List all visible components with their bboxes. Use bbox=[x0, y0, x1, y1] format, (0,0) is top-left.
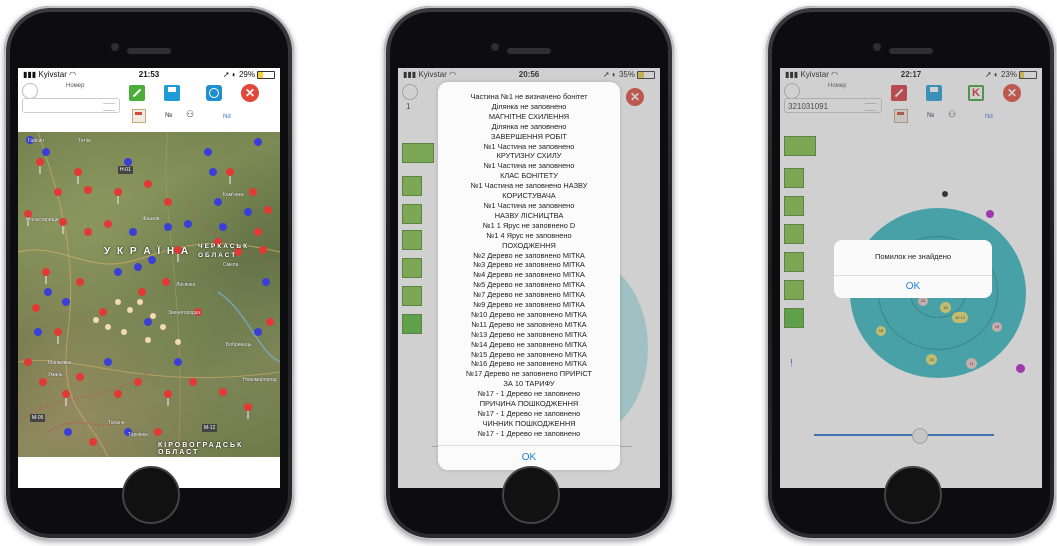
alert-line: №10 Дерево не заповнено МІТКА bbox=[471, 309, 587, 319]
nd-label[interactable]: Nd bbox=[223, 114, 231, 120]
phone-3: ▮▮▮ Kyivstar ◠ 22:17 ➚ ◐ 23% Номер 32103… bbox=[766, 6, 1056, 540]
number-label: Номер bbox=[66, 83, 85, 89]
alert-line: №11 Дерево не заповнено МІТКА bbox=[471, 319, 587, 329]
alert-line: НАЗВУ ЛІСНИЦТВА bbox=[494, 210, 564, 220]
alert-line: №15 Дерево не заповнено МІТКА bbox=[471, 349, 587, 359]
list-icon bbox=[103, 103, 115, 111]
front-camera bbox=[111, 43, 119, 51]
alert-line: №1 Частина не заповнено НАЗВУ bbox=[470, 181, 588, 191]
alert-line: Ділянка не заповнено bbox=[491, 121, 567, 131]
home-button[interactable] bbox=[122, 466, 180, 524]
radio-circle-button[interactable] bbox=[22, 83, 38, 99]
close-button[interactable]: ✕ bbox=[241, 84, 259, 102]
sync-icon[interactable] bbox=[206, 85, 222, 101]
alert-line: №17 Дерево не заповнено ПРИРІСТ bbox=[466, 369, 592, 379]
country-label: У К Р А Ї Н А bbox=[104, 246, 191, 257]
home-button[interactable] bbox=[502, 466, 560, 524]
ok-button[interactable]: OK bbox=[834, 275, 992, 298]
phone-2-screen: ▮▮▮ Kyivstar ◠ 20:56 ➚ ◐ 35% 1 ✕ Частина… bbox=[398, 68, 660, 488]
alert-line: №1 Частина не заповнено bbox=[483, 200, 575, 210]
save-icon[interactable] bbox=[164, 85, 180, 101]
battery-status: ➚ ◐ 29% bbox=[191, 70, 275, 79]
region-south-label: КІРОВОГРАДСЬК ОБЛАСТ bbox=[158, 442, 244, 456]
satellite-map[interactable]: У К Р А Ї Н А ЧЕРКАСЬК ОБЛАСТ КІРОВОГРАД… bbox=[18, 132, 280, 457]
alert-line: №4 Дерево не заповнено МІТКА bbox=[473, 270, 585, 280]
alert-line: №7 Дерево не заповнено МІТКА bbox=[473, 290, 585, 300]
alert-message: Помилок не знайдено bbox=[874, 252, 952, 261]
town-label: Умань bbox=[48, 372, 63, 378]
number-input[interactable] bbox=[22, 98, 120, 113]
road-badge: H-01 bbox=[118, 166, 133, 174]
earpiece bbox=[127, 48, 171, 54]
front-camera bbox=[873, 43, 881, 51]
alert-line: №17 - 1 Дерево не заповнено bbox=[477, 389, 581, 399]
earpiece bbox=[507, 48, 551, 54]
town-label: Гайсин bbox=[28, 138, 45, 144]
alert-line: №16 Дерево не заповнено МІТКА bbox=[471, 359, 587, 369]
alert-message: Частина №1 не визначено бонітет Ділянка … bbox=[438, 82, 620, 452]
alert-line: №1 Частина не заповнено bbox=[483, 141, 575, 151]
phone-3-screen: ▮▮▮ Kyivstar ◠ 22:17 ➚ ◐ 23% Номер 32103… bbox=[780, 68, 1042, 488]
alert-line: №1 4 Ярус не заповнено bbox=[486, 230, 572, 240]
town-label: Монастирище bbox=[26, 217, 59, 223]
alert-line: №5 Дерево не заповнено МІТКА bbox=[473, 280, 585, 290]
town-label: Кам'янка bbox=[223, 192, 244, 198]
alert-line: №14 Дерево не заповнено МІТКА bbox=[471, 339, 587, 349]
alert-line: №3 Дерево не заповнено МІТКА bbox=[473, 260, 585, 270]
alert-line: №1 1 Ярус не заповнено D bbox=[482, 220, 576, 230]
alert-line: №2 Дерево не заповнено МІТКА bbox=[473, 250, 585, 260]
table-icon[interactable] bbox=[132, 109, 146, 123]
phone-2: ▮▮▮ Kyivstar ◠ 20:56 ➚ ◐ 35% 1 ✕ Частина… bbox=[384, 6, 674, 540]
edit-pencil-icon[interactable] bbox=[129, 85, 145, 101]
toolbar: Номер ✕ № ⚇ Nd bbox=[18, 81, 280, 131]
town-label: Смела bbox=[223, 262, 239, 268]
road-badge: M-12 bbox=[202, 424, 218, 432]
earpiece bbox=[889, 48, 933, 54]
clock: 21:53 bbox=[138, 70, 160, 79]
alert-line: КЛАС БОНІТЕТУ bbox=[500, 171, 558, 181]
alert-line: №17 - 1 Дерево не заповнено bbox=[477, 409, 581, 418]
town-label: Лисянка bbox=[176, 282, 196, 288]
alert-line: ЧИННИК ПОШКОДЖЕННЯ bbox=[482, 418, 576, 428]
alert-line: ПРИЧИНА ПОШКОДЖЕННЯ bbox=[479, 399, 579, 409]
battery-level-fill bbox=[258, 71, 263, 78]
number-sign-icon[interactable]: № bbox=[165, 112, 173, 119]
town-label: Бобринець bbox=[226, 342, 252, 348]
alert-line: КРУТИЗНУ СХИЛУ bbox=[496, 151, 562, 161]
alert-line: МАГНІТНЕ СХИЛЕННЯ bbox=[488, 111, 570, 121]
validation-alert: Частина №1 не визначено бонітет Ділянка … bbox=[438, 82, 620, 470]
alert-line: №9 Дерево не заповнено МІТКА bbox=[473, 300, 585, 310]
phone-1-screen: ▮▮▮ Kyivstar ◠ 21:53 ➚ ◐ 29% Номер ✕ № ⚇… bbox=[18, 68, 280, 488]
phone-1: ▮▮▮ Kyivstar ◠ 21:53 ➚ ◐ 29% Номер ✕ № ⚇… bbox=[4, 6, 294, 540]
status-bar: ▮▮▮ Kyivstar ◠ 21:53 ➚ ◐ 29% bbox=[18, 68, 280, 81]
alert-line: ЗА 10 ТАРИФУ bbox=[503, 379, 555, 389]
front-camera bbox=[491, 43, 499, 51]
town-label: Торнівка bbox=[128, 432, 148, 438]
town-label: Новомиргород bbox=[243, 377, 277, 383]
town-label: Тальне bbox=[108, 420, 125, 426]
result-alert: Помилок не знайдено OK bbox=[834, 240, 992, 298]
alert-line: КОРИСТУВАЧА bbox=[502, 191, 556, 201]
alert-line: №17 - 1 Дерево не заповнено bbox=[477, 428, 581, 438]
alert-line: ЗАВЕРШЕННЯ РОБІТ bbox=[491, 131, 567, 141]
map-overlay bbox=[18, 132, 280, 457]
region-east-label: ЧЕРКАСЬК ОБЛАСТ bbox=[198, 243, 250, 259]
town-label: Тетіїв bbox=[78, 138, 91, 144]
alert-line: Ділянка не заповнено bbox=[491, 101, 567, 111]
alert-line: №1 Частина не заповнено bbox=[483, 161, 575, 171]
carrier-label: ▮▮▮ Kyivstar ◠ bbox=[23, 70, 77, 79]
alert-line: Частина №1 не визначено бонітет bbox=[470, 92, 588, 101]
town-label: Маньківка bbox=[48, 360, 72, 366]
battery-icon bbox=[257, 70, 275, 79]
alert-line: №13 Дерево не заповнено МІТКА bbox=[471, 329, 587, 339]
road-badge: M-05 bbox=[30, 414, 46, 422]
town-label: Звенигородка bbox=[168, 310, 200, 316]
users-icon[interactable]: ⚇ bbox=[186, 109, 194, 120]
alert-line: ПОХОДЖЕННЯ bbox=[502, 240, 556, 250]
home-button[interactable] bbox=[884, 466, 942, 524]
town-label: Жашків bbox=[142, 216, 160, 222]
